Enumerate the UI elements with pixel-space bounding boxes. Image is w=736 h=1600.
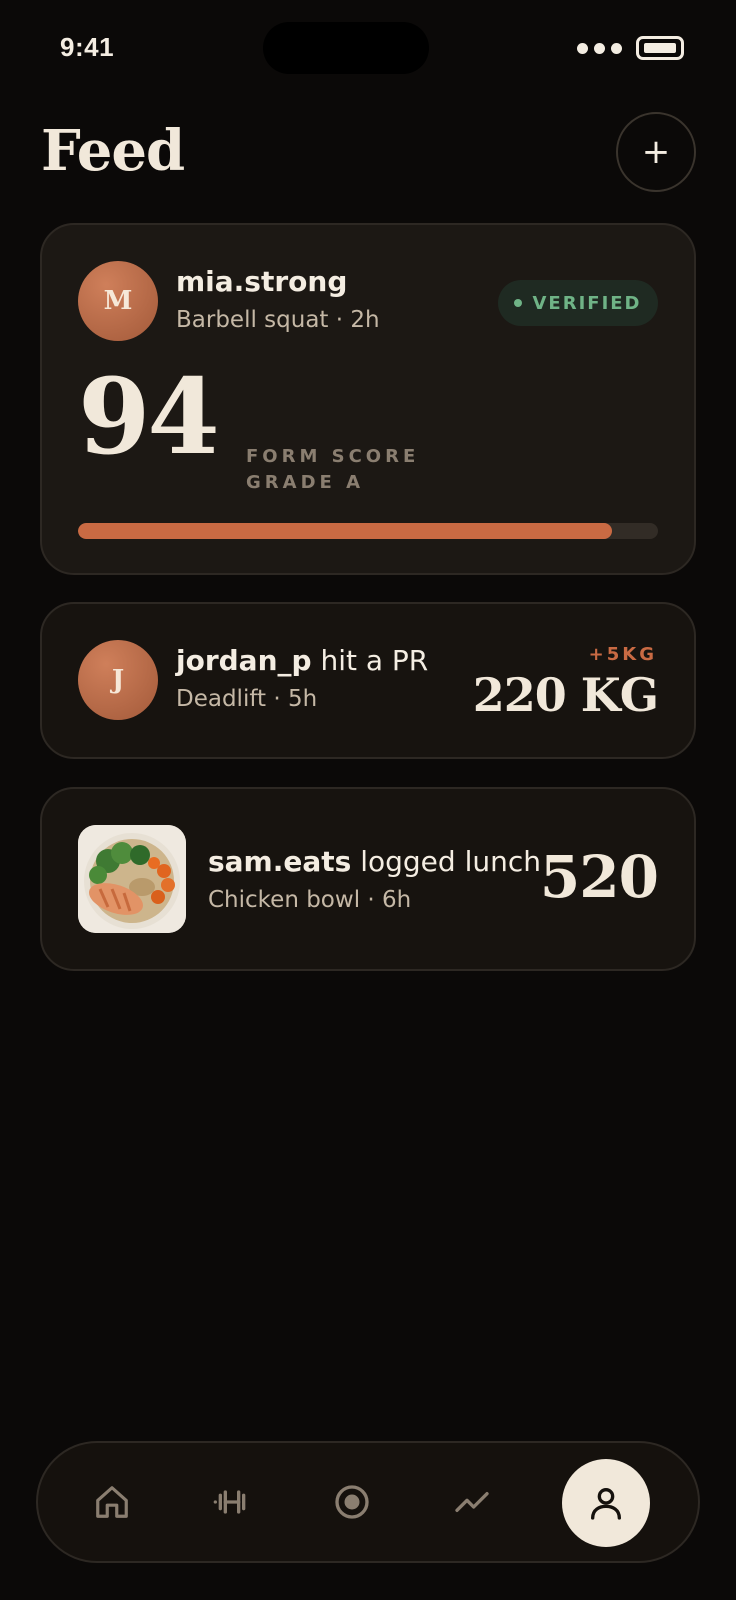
status-dot-icon	[514, 299, 523, 307]
food-bowl-icon[interactable]	[78, 825, 186, 933]
page-title: Feed	[41, 118, 185, 184]
post-subtitle: Barbell squat · 2h	[176, 307, 380, 333]
feed-card-form-score[interactable]: M mia.strong Barbell squat · 2h VERIFIED…	[40, 223, 696, 575]
verified-badge: VERIFIED	[498, 280, 658, 326]
signal-dots-icon	[577, 42, 622, 54]
record-icon[interactable]	[320, 1469, 384, 1535]
post-username[interactable]: sam.eats	[208, 845, 351, 878]
dynamic-island	[263, 22, 429, 74]
status-icons	[577, 36, 684, 60]
form-score-label: FORM SCORE GRADE A	[246, 444, 419, 496]
progress-fill	[78, 523, 612, 539]
home-icon[interactable]	[80, 1469, 144, 1535]
post-action: logged lunch	[351, 845, 541, 878]
score-label-line-2: GRADE A	[246, 472, 364, 493]
form-score-value: 94	[78, 355, 220, 478]
score-label-line-1: FORM SCORE	[246, 446, 420, 467]
status-time: 9:41	[60, 32, 115, 62]
avatar[interactable]: M	[78, 261, 158, 341]
feed-card-meal[interactable]: sam.eats logged lunch Chicken bowl · 6h …	[40, 787, 696, 971]
post-username[interactable]: jordan_p	[176, 644, 312, 677]
feed-screen: 9:41 Feed + M mia.strong Barbell squat ·…	[0, 0, 736, 1600]
add-post-button[interactable]: +	[616, 112, 696, 192]
trend-icon[interactable]	[440, 1469, 504, 1535]
avatar[interactable]: J	[78, 640, 158, 720]
calorie-value: 520	[539, 843, 659, 911]
verified-label: VERIFIED	[532, 292, 642, 314]
pr-delta: +5KG	[588, 644, 657, 665]
plus-icon: +	[641, 132, 671, 172]
pr-value: 220 KG	[472, 668, 659, 722]
post-action: hit a PR	[311, 644, 429, 677]
feed-card-pr[interactable]: J jordan_p hit a PR Deadlift · 5h +5KG 2…	[40, 602, 696, 759]
dumbbell-icon[interactable]	[200, 1469, 264, 1535]
post-subtitle: Chicken bowl · 6h	[208, 887, 412, 913]
form-score-progress	[78, 523, 658, 539]
post-subtitle: Deadlift · 5h	[176, 686, 318, 712]
battery-icon	[636, 36, 684, 60]
bottom-nav	[36, 1441, 700, 1563]
post-headline: jordan_p hit a PR	[176, 644, 428, 677]
post-username[interactable]: mia.strong	[176, 265, 347, 298]
profile-icon[interactable]	[562, 1459, 650, 1547]
post-headline: sam.eats logged lunch	[208, 845, 541, 878]
